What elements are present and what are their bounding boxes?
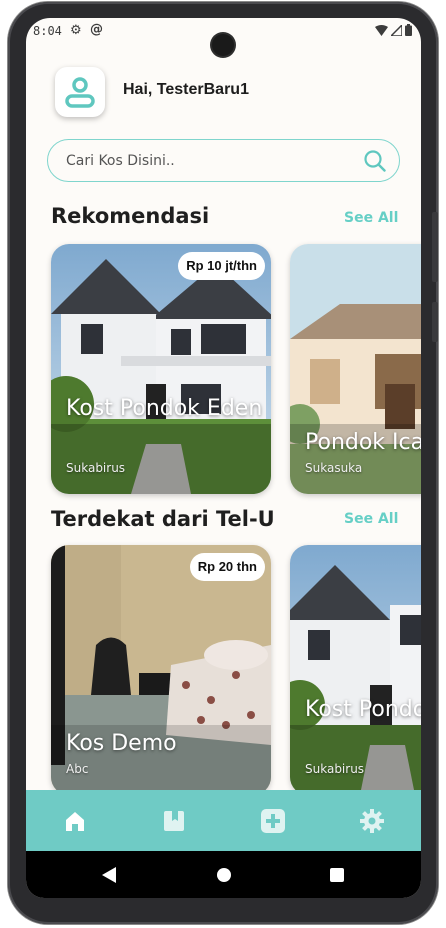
status-time: 8:04 [33,24,62,38]
bookmark-icon [164,810,185,831]
wifi-icon [375,24,388,36]
avatar[interactable] [55,67,105,117]
kos-card[interactable]: Pondok Ica Sukasuka [290,244,421,494]
price-badge: Rp 20 thn [189,553,265,581]
nav-add[interactable] [224,790,323,851]
settings-icon [359,808,384,833]
nearby-see-all-link[interactable]: See All [344,511,398,527]
user-icon [65,77,95,108]
home-icon [66,811,85,831]
nav-bookmark[interactable] [125,790,224,851]
bottom-nav [26,790,421,851]
nav-home[interactable] [26,790,125,851]
kos-location: Sukasuka [305,461,363,475]
kos-name: Kost Pondok Eden [305,697,421,722]
add-icon [260,808,285,833]
kos-name: Pondok Ica [305,430,421,455]
kos-card[interactable]: Kost Pondok Eden Sukabirus [290,545,421,795]
volume-button [432,302,438,342]
kos-location: Sukabirus [305,762,365,776]
kos-photo [290,545,421,795]
power-button [432,212,438,282]
kos-location: Sukabirus [66,461,126,475]
kos-name: Kos Demo [66,731,177,756]
recommendations-see-all-link[interactable]: See All [344,210,398,226]
nearby-title: Terdekat dari Tel-U [51,507,275,531]
recommendations-title: Rekomendasi [51,204,210,228]
greeting-text: Hai, TesterBaru1 [123,81,249,98]
gear-icon: ⚙ [70,23,82,38]
kos-name: Kost Pondok Eden [66,396,263,421]
price-badge: Rp 10 jt/thn [178,252,265,280]
search-bar[interactable] [47,139,400,182]
battery-icon [405,24,412,36]
app-screen: 8:04 ⚙ @ Hai, TesterBaru1 Rekomendasi Se… [26,18,421,898]
front-camera [212,34,234,56]
system-nav-bar [26,851,421,898]
at-icon: @ [90,22,103,37]
kos-card[interactable]: Rp 10 jt/thn Kost Pondok Eden Sukabirus [51,244,271,494]
recent-apps-icon[interactable] [330,868,344,882]
nav-settings[interactable] [322,790,421,851]
kos-photo [51,244,271,494]
signal-icon [391,24,402,36]
search-input[interactable] [66,150,356,172]
kos-card[interactable]: Rp 20 thn Kos Demo Abc [51,545,271,795]
status-icons [375,24,412,36]
kos-location: Abc [66,762,89,776]
search-icon[interactable] [363,149,387,177]
back-icon[interactable] [102,867,116,883]
home-button-icon[interactable] [217,868,231,882]
